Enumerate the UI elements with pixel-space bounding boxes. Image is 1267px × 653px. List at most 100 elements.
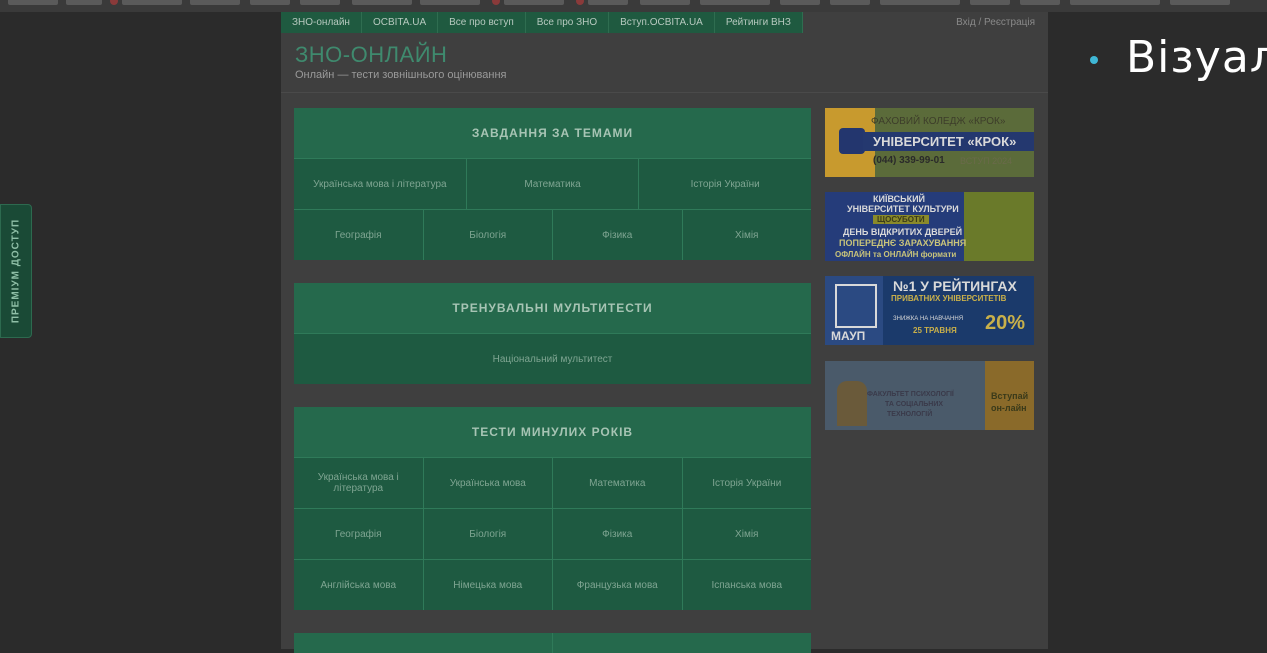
ad-photo bbox=[964, 192, 1034, 261]
table-row: Національний мультитест bbox=[294, 334, 811, 384]
login-link[interactable]: Вхід / Реєстрація bbox=[956, 17, 1035, 28]
ad-text: ПОПЕРЕДНЄ ЗАРАХУВАННЯ bbox=[839, 238, 967, 248]
ad-text: ТА СОЦІАЛЬНИХ bbox=[885, 401, 944, 408]
nav-item-ratings[interactable]: Рейтинги ВНЗ bbox=[714, 12, 803, 33]
bookmark[interactable] bbox=[880, 0, 960, 5]
table-row: Географія Біологія Фізика Хімія bbox=[294, 210, 811, 260]
subject-link[interactable]: Німецька мова bbox=[424, 560, 553, 610]
ad-text: МАУП bbox=[831, 329, 866, 343]
bookmark[interactable] bbox=[1070, 0, 1160, 5]
subject-link[interactable]: Хімія bbox=[683, 210, 812, 260]
ad-text: УНІВЕРСИТЕТ «КРОК» bbox=[873, 134, 1017, 149]
subject-link[interactable]: Біологія bbox=[424, 509, 553, 559]
bookmark[interactable] bbox=[1020, 0, 1060, 5]
subject-link[interactable]: Історія України bbox=[683, 458, 812, 508]
section-column[interactable] bbox=[294, 633, 553, 653]
nav-item-admission[interactable]: Все про вступ bbox=[438, 12, 526, 33]
ad-banner-psychology[interactable]: ФАКУЛЬТЕТ ПСИХОЛОГІЇ ТА СОЦІАЛЬНИХ ТЕХНО… bbox=[825, 361, 1034, 430]
past-tests-section: ТЕСТИ МИНУЛИХ РОКІВ Українська мова і лі… bbox=[294, 407, 811, 610]
ad-text: ВСТУП 2024 bbox=[960, 156, 1013, 166]
table-row: Українська мова і література Українська … bbox=[294, 458, 811, 509]
bookmark[interactable] bbox=[780, 0, 820, 5]
bookmark[interactable] bbox=[420, 0, 480, 5]
page-title[interactable]: ЗНО-ОНЛАЙН bbox=[295, 42, 447, 68]
ad-text: ФАКУЛЬТЕТ ПСИХОЛОГІЇ bbox=[867, 391, 954, 398]
bookmark[interactable] bbox=[504, 0, 564, 5]
bookmark[interactable] bbox=[970, 0, 1010, 5]
bookmark-icon bbox=[492, 0, 500, 5]
subject-link[interactable]: Українська мова і література bbox=[294, 159, 467, 209]
ad-text: УНІВЕРСИТЕТ КУЛЬТУРИ bbox=[847, 204, 959, 214]
premium-access-tab[interactable]: ПРЕМІУМ ДОСТУП bbox=[0, 204, 32, 338]
bookmark[interactable] bbox=[700, 0, 770, 5]
bullet-icon bbox=[1090, 56, 1098, 64]
subject-link[interactable]: Фізика bbox=[553, 509, 683, 559]
ad-text: ЩОСУБОТИ bbox=[873, 215, 929, 224]
bookmark[interactable] bbox=[640, 0, 690, 5]
subject-link[interactable]: Українська мова і література bbox=[294, 458, 424, 508]
bookmark[interactable] bbox=[588, 0, 628, 5]
nav-item-zno-online[interactable]: ЗНО-онлайн bbox=[281, 12, 362, 33]
subject-link[interactable]: Національний мультитест bbox=[294, 334, 811, 384]
subject-link[interactable]: Українська мова bbox=[424, 458, 553, 508]
nav-item-about-zno[interactable]: Все про ЗНО bbox=[525, 12, 610, 33]
topics-section: ЗАВДАННЯ ЗА ТЕМАМИ Українська мова і літ… bbox=[294, 108, 811, 260]
maup-logo-icon bbox=[835, 284, 877, 328]
krok-logo-icon bbox=[839, 128, 865, 154]
premium-access-label: ПРЕМІУМ ДОСТУП bbox=[10, 218, 22, 324]
bookmark[interactable] bbox=[830, 0, 870, 5]
ad-text: ОФЛАЙН та ОНЛАЙН формати bbox=[835, 250, 957, 259]
ad-text: 25 ТРАВНЯ bbox=[913, 326, 957, 335]
bookmark[interactable] bbox=[122, 0, 182, 5]
ad-text: КИЇВСЬКИЙ bbox=[873, 194, 926, 204]
table-row: Українська мова і література Математика … bbox=[294, 159, 811, 210]
top-nav: ЗНО-онлайн OCBITA.UA Все про вступ Все п… bbox=[281, 12, 803, 33]
ad-text: ФАХОВИЙ КОЛЕДЖ «КРОК» bbox=[871, 116, 1006, 127]
bookmark[interactable] bbox=[8, 0, 58, 5]
ad-text: 20% bbox=[985, 312, 1026, 334]
bookmark[interactable] bbox=[352, 0, 412, 5]
subject-link[interactable]: Французька мова bbox=[553, 560, 683, 610]
subject-link[interactable]: Англійська мова bbox=[294, 560, 424, 610]
ad-text: Вступай bbox=[991, 391, 1029, 401]
ad-figure bbox=[837, 381, 867, 426]
subject-link[interactable]: Математика bbox=[467, 159, 640, 209]
bookmark[interactable] bbox=[250, 0, 290, 5]
nav-item-osvita[interactable]: OCBITA.UA bbox=[361, 12, 439, 33]
next-section bbox=[294, 633, 811, 653]
page-subtitle: Онлайн — тести зовнішнього оцінювання bbox=[295, 69, 507, 81]
bookmark[interactable] bbox=[1170, 0, 1230, 5]
ad-banner-maup[interactable]: МАУП №1 У РЕЙТИНГАХ ПРИВАТНИХ УНІВЕРСИТЕ… bbox=[825, 276, 1034, 345]
section-title[interactable]: ТРЕНУВАЛЬНІ МУЛЬТИТЕСТИ bbox=[294, 283, 811, 334]
table-row: Географія Біологія Фізика Хімія bbox=[294, 509, 811, 560]
bookmark[interactable] bbox=[66, 0, 102, 5]
bookmark-icon bbox=[576, 0, 584, 5]
ad-banner-krok[interactable]: ФАХОВИЙ КОЛЕДЖ «КРОК» УНІВЕРСИТЕТ «КРОК»… bbox=[825, 108, 1034, 177]
ad-text: он-лайн bbox=[991, 403, 1027, 413]
bookmarks-bar bbox=[0, 0, 1267, 12]
subject-link[interactable]: Географія bbox=[294, 210, 424, 260]
section-column[interactable] bbox=[553, 633, 811, 653]
ad-text: ЗНИЖКА НА НАВЧАННЯ bbox=[893, 316, 964, 322]
ad-text: №1 У РЕЙТИНГАХ bbox=[893, 278, 1017, 294]
ad-text: ТЕХНОЛОГІЙ bbox=[887, 411, 933, 418]
subject-link[interactable]: Математика bbox=[553, 458, 683, 508]
subject-link[interactable]: Фізика bbox=[553, 210, 683, 260]
subject-link[interactable]: Біологія bbox=[424, 210, 553, 260]
ad-banner-culture-university[interactable]: КИЇВСЬКИЙ УНІВЕРСИТЕТ КУЛЬТУРИ ЩОСУБОТИ … bbox=[825, 192, 1034, 261]
bookmark[interactable] bbox=[300, 0, 340, 5]
bookmark-icon bbox=[110, 0, 118, 5]
section-title[interactable]: ЗАВДАННЯ ЗА ТЕМАМИ bbox=[294, 108, 811, 159]
section-title[interactable]: ТЕСТИ МИНУЛИХ РОКІВ bbox=[294, 407, 811, 458]
page-container: ЗНО-онлайн OCBITA.UA Все про вступ Все п… bbox=[281, 12, 1048, 653]
subject-link[interactable]: Історія України bbox=[639, 159, 811, 209]
table-row: Англійська мова Німецька мова Французька… bbox=[294, 560, 811, 610]
subject-link[interactable]: Географія bbox=[294, 509, 424, 559]
multitests-section: ТРЕНУВАЛЬНІ МУЛЬТИТЕСТИ Національний мул… bbox=[294, 283, 811, 384]
nav-item-vstup[interactable]: Вступ.OCBITA.UA bbox=[609, 12, 715, 33]
divider bbox=[281, 92, 1048, 93]
ad-text: ПРИВАТНИХ УНІВЕРСИТЕТІВ bbox=[891, 294, 1007, 303]
subject-link[interactable]: Іспанська мова bbox=[683, 560, 812, 610]
subject-link[interactable]: Хімія bbox=[683, 509, 812, 559]
bookmark[interactable] bbox=[190, 0, 240, 5]
